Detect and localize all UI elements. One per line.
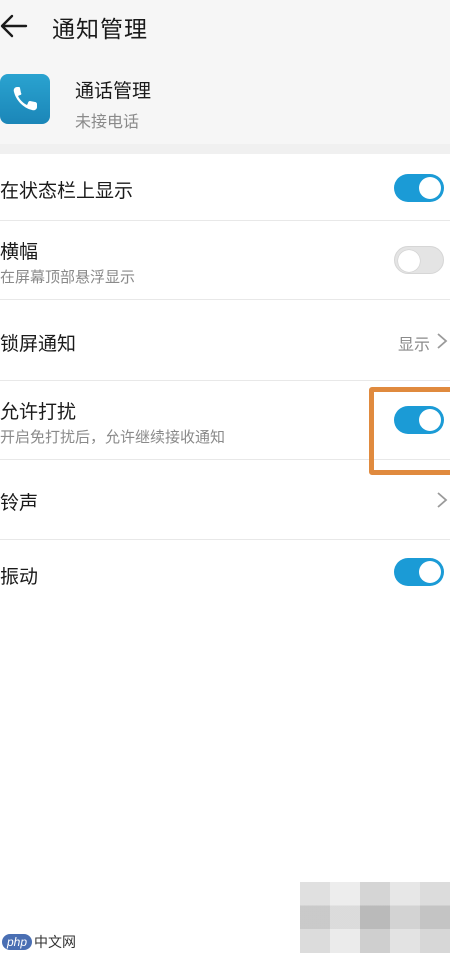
setting-title: 铃声 xyxy=(0,492,39,514)
toggle-knob xyxy=(398,250,420,272)
section-divider xyxy=(0,144,450,154)
vibration-toggle[interactable] xyxy=(394,558,444,586)
status-bar-toggle[interactable] xyxy=(394,174,444,202)
setting-lock-screen-notification[interactable]: 锁屏通知 显示 xyxy=(0,300,450,381)
app-name: 通话管理 xyxy=(75,80,152,102)
watermark-badge: php xyxy=(2,934,33,950)
phone-app-icon xyxy=(0,74,50,124)
chevron-right-icon xyxy=(436,491,448,509)
toggle-knob xyxy=(419,177,441,199)
setting-subtitle: 开启免打扰后，允许继续接收通知 xyxy=(0,428,226,446)
top-bar: 通知管理 xyxy=(0,0,450,58)
chevron-right-icon xyxy=(436,332,448,350)
setting-title: 横幅 xyxy=(0,241,39,263)
setting-title: 振动 xyxy=(0,566,39,588)
banner-toggle[interactable] xyxy=(394,246,444,274)
page-title: 通知管理 xyxy=(52,17,148,43)
app-subtitle: 未接电话 xyxy=(75,112,140,131)
blurred-region xyxy=(300,882,450,953)
setting-subtitle: 在屏幕顶部悬浮显示 xyxy=(0,268,136,286)
lock-screen-value: 显示 xyxy=(397,335,430,354)
setting-banner[interactable]: 横幅 在屏幕顶部悬浮显示 xyxy=(0,221,450,300)
watermark-text: 中文网 xyxy=(34,934,77,950)
setting-status-bar-display[interactable]: 在状态栏上显示 xyxy=(0,154,450,221)
watermark: php 中文网 xyxy=(2,932,76,952)
highlight-annotation xyxy=(369,387,450,475)
setting-vibration[interactable]: 振动 xyxy=(0,540,450,606)
back-arrow-icon[interactable] xyxy=(0,12,30,40)
setting-title: 允许打扰 xyxy=(0,401,77,423)
app-info-card: 通话管理 未接电话 xyxy=(0,58,450,144)
toggle-knob xyxy=(419,561,441,583)
setting-title: 锁屏通知 xyxy=(0,333,77,355)
setting-title: 在状态栏上显示 xyxy=(0,180,134,202)
